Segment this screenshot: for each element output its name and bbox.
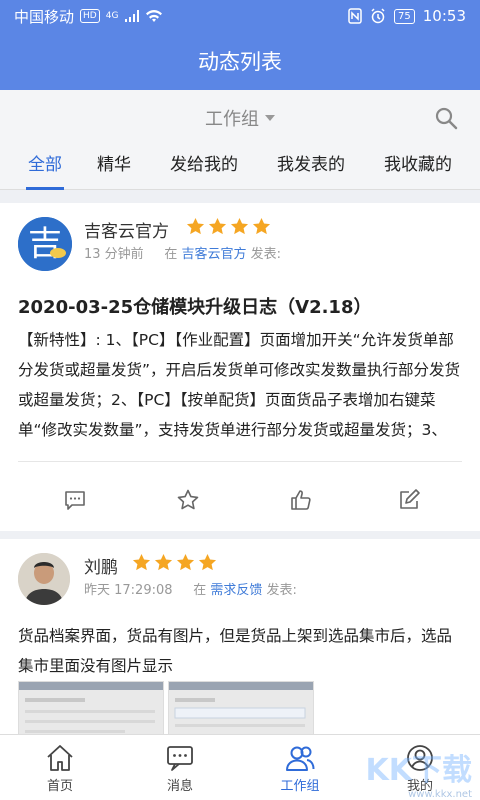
wifi-icon — [146, 10, 163, 22]
post-body[interactable]: 货品档案界面，货品有图片，但是货品上架到选品集市后，选品集市里面没有图片显示 — [18, 621, 464, 681]
author-name[interactable]: 刘鹏 — [84, 553, 118, 578]
rating-stars — [186, 217, 271, 236]
published-label: 发表: — [266, 583, 297, 598]
in-label: 在 — [193, 583, 207, 598]
published-label: 发表: — [250, 247, 282, 262]
group-selector-label: 工作组 — [205, 109, 259, 130]
nav-workgroup[interactable]: 工作组 — [260, 743, 340, 794]
tab-all[interactable]: 全部 — [26, 146, 64, 190]
home-icon — [47, 745, 73, 771]
caret-down-icon — [265, 115, 275, 121]
network-type: 4G — [105, 11, 119, 21]
divider — [18, 461, 462, 462]
tab-my-posts[interactable]: 我发表的 — [277, 146, 345, 190]
tab-sent-to-me[interactable]: 发给我的 — [170, 146, 238, 190]
group-selector[interactable]: 工作组 — [205, 105, 275, 131]
star-icon — [230, 217, 249, 235]
status-bar: 中国移动 HD 4G 75 10:53 — [0, 0, 480, 32]
tab-my-favorites[interactable]: 我收藏的 — [384, 146, 452, 190]
filter-tabs: 全部 精华 发给我的 我发表的 我收藏的 — [0, 146, 480, 190]
nav-home-label: 首页 — [46, 779, 73, 794]
title-bar: 动态列表 — [0, 32, 480, 90]
group-bar: 工作组 — [0, 90, 480, 146]
group-link[interactable]: 需求反馈 — [210, 583, 262, 598]
status-left: 中国移动 HD 4G — [14, 6, 163, 27]
star-icon — [176, 553, 195, 571]
nfc-icon — [348, 8, 362, 24]
page-title: 动态列表 — [198, 50, 282, 74]
search-icon[interactable] — [434, 106, 458, 130]
watermark: KK下载 www.kkx.net — [366, 745, 473, 800]
screenshot-thumbnail — [19, 682, 163, 733]
watermark-url: www.kkx.net — [408, 789, 472, 800]
signal-icon — [125, 10, 140, 22]
nav-workgroup-label: 工作组 — [280, 779, 320, 794]
status-right: 75 10:53 — [348, 7, 466, 25]
message-icon — [167, 746, 193, 771]
star-icon — [252, 217, 271, 235]
author-name[interactable]: 吉客云官方 — [84, 217, 169, 242]
hd-badge: HD — [80, 9, 100, 23]
post-title[interactable]: 2020-03-25仓储模块升级日志（V2.18） — [18, 293, 371, 319]
tab-featured[interactable]: 精华 — [97, 146, 131, 190]
star-icon — [132, 553, 151, 571]
post-card[interactable]: 刘鹏 昨天 17:29:08 在 需求反馈 发表: 货品档案界面，货品有图片，但… — [0, 539, 480, 734]
star-outline-icon[interactable] — [176, 488, 200, 512]
brand-logo-icon: 吉 — [18, 217, 72, 271]
battery-indicator: 75 — [394, 8, 415, 24]
attachment-image[interactable] — [168, 681, 314, 734]
star-icon — [208, 217, 227, 235]
star-icon — [198, 553, 217, 571]
post-meta: 13 分钟前 在 吉客云官方 发表: — [84, 243, 281, 262]
thumbs-up-icon[interactable] — [289, 488, 313, 512]
rating-stars — [132, 553, 217, 572]
star-icon — [154, 553, 173, 571]
avatar[interactable]: 吉 — [18, 217, 72, 271]
edit-share-icon[interactable] — [397, 488, 421, 512]
carrier-name: 中国移动 — [14, 7, 75, 26]
attachment-image[interactable] — [18, 681, 164, 734]
avatar[interactable] — [18, 553, 70, 605]
post-body[interactable]: 【新特性】: 1、【PC】【作业配置】页面增加开关“允许发货单部分发货或超量发货… — [18, 325, 464, 445]
nav-messages[interactable]: 消息 — [140, 743, 220, 794]
watermark-text: KK下载 — [365, 753, 473, 788]
post-actions — [0, 475, 480, 525]
group-link[interactable]: 吉客云官方 — [182, 247, 247, 262]
post-card[interactable]: 吉 吉客云官方 13 分钟前 在 吉客云官方 发表: 2020-03-25仓储模… — [0, 203, 480, 531]
clock-time: 10:53 — [422, 7, 466, 25]
alarm-icon — [371, 8, 385, 24]
nav-home[interactable]: 首页 — [20, 743, 100, 794]
post-feed: 吉 吉客云官方 13 分钟前 在 吉客云官方 发表: 2020-03-25仓储模… — [0, 191, 480, 734]
star-icon — [186, 217, 205, 235]
user-photo-icon — [18, 553, 70, 605]
nav-messages-label: 消息 — [166, 779, 193, 794]
in-label: 在 — [164, 247, 178, 262]
post-time: 昨天 17:29:08 — [84, 583, 173, 598]
comment-icon[interactable] — [63, 488, 87, 512]
post-time: 13 分钟前 — [84, 247, 144, 262]
group-icon — [286, 746, 315, 771]
screenshot-thumbnail — [169, 682, 313, 727]
post-meta: 昨天 17:29:08 在 需求反馈 发表: — [84, 579, 297, 598]
avatar-char: 吉 — [28, 224, 62, 264]
